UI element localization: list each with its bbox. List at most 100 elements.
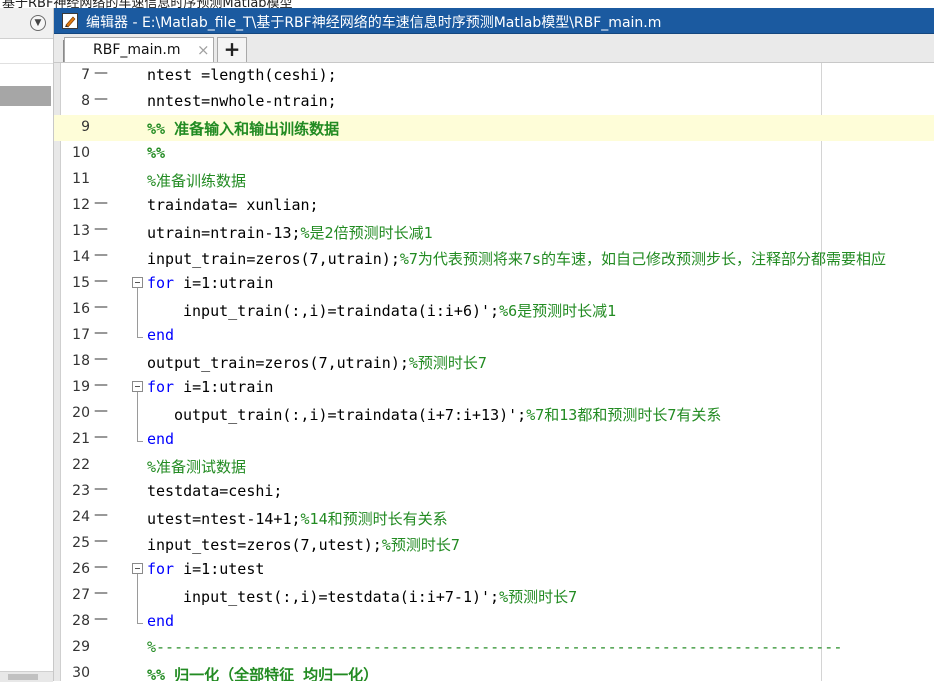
code-text[interactable]: %---------------------------------------… [147,638,842,656]
code-line[interactable]: 17— end [54,323,934,349]
breakpoint-dash[interactable]: — [94,507,108,523]
comment-token: %准备测试数据 [147,458,247,476]
code-text[interactable]: utest=ntest-14+1;%14和预测时长有关系 [147,508,448,529]
code-text[interactable]: %准备训练数据 [147,170,246,191]
code-text[interactable]: input_train(:,i)=traindata(i:i+6)';%6是预测… [183,300,616,321]
comment-token: %% 准备输入和输出训练数据 [147,120,340,138]
breakpoint-dash[interactable]: — [94,325,108,341]
chevron-down-icon[interactable]: ▼ [30,15,46,31]
line-number: 29 [72,639,90,655]
breakpoint-dash[interactable]: — [94,195,108,211]
code-text[interactable]: for i=1:utrain [147,274,273,292]
code-line[interactable]: 7— ntest =length(ceshi); [54,63,934,89]
code-line[interactable]: 29 %-------------------------------------… [54,635,934,661]
code-text[interactable]: %% 归一化（全部特征 均归一化） [147,664,378,681]
close-icon[interactable]: × [197,41,210,59]
code-token: utest=ntest-14+1; [147,510,301,528]
line-number: 19 [72,379,90,395]
left-panel-scrollbar[interactable] [0,671,53,682]
code-text[interactable]: utrain=ntrain-13;%是2倍预测时长减1 [147,222,433,243]
code-text[interactable]: %% [147,144,165,162]
code-text[interactable]: %准备测试数据 [147,456,246,477]
code-line[interactable]: 24— utest=ntest-14+1;%14和预测时长有关系 [54,505,934,531]
line-number: 28 [72,613,90,629]
code-line[interactable]: 10%% [54,141,934,167]
code-line[interactable]: 28— end [54,609,934,635]
code-text[interactable]: end [147,430,174,448]
breakpoint-dash[interactable]: — [94,377,108,393]
code-line[interactable]: 21— end [54,427,934,453]
code-text[interactable]: traindata= xunlian; [147,196,319,214]
code-line[interactable]: 30 %% 归一化（全部特征 均归一化） [54,661,934,681]
code-text[interactable]: end [147,612,174,630]
code-text[interactable]: for i=1:utest [147,560,264,578]
left-panel-divider [0,63,53,64]
breakpoint-dash[interactable]: — [94,351,108,367]
breakpoint-dash[interactable]: — [94,65,108,81]
editor-title-bar[interactable]: 编辑器 - E:\Matlab_file_T\基于RBF神经网络的车速信息时序预… [54,8,934,34]
scrollbar-thumb[interactable] [8,674,38,680]
code-line[interactable]: 13— utrain=ntrain-13;%是2倍预测时长减1 [54,219,934,245]
line-number: 12 [72,197,90,213]
breakpoint-dash[interactable]: — [94,611,108,627]
code-text[interactable]: %% 准备输入和输出训练数据 [147,118,339,139]
code-line[interactable]: 15— for i=1:utrain [54,271,934,297]
code-line[interactable]: 19— for i=1:utrain [54,375,934,401]
code-line[interactable]: 25— input_test=zeros(7,utest);%预测时长7 [54,531,934,557]
line-number: 13 [72,223,90,239]
code-text[interactable]: ntest =length(ceshi); [147,66,337,84]
code-line[interactable]: 8— nntest=nwhole-ntrain; [54,89,934,115]
code-line[interactable]: 23— testdata=ceshi; [54,479,934,505]
tab-rbf-main[interactable]: RBF_main.m × [64,37,214,62]
breakpoint-dash[interactable]: — [94,91,108,107]
code-token: nntest=nwhole-ntrain; [147,92,337,110]
code-area[interactable]: 7— ntest =length(ceshi); 8— nntest=nwhole-n… [54,63,934,681]
tab-label[interactable]: RBF_main.m [93,42,180,58]
breakpoint-dash[interactable]: — [94,273,108,289]
code-text[interactable]: for i=1:utrain [147,378,273,396]
breakpoint-dash[interactable]: — [94,221,108,237]
fold-collapse-icon[interactable] [132,381,143,392]
code-text[interactable]: end [147,326,174,344]
code-line[interactable]: 9 %% 准备输入和输出训练数据 [54,115,934,141]
code-line[interactable]: 18— output_train=zeros(7,utrain);%预测时长7 [54,349,934,375]
comment-token: %% [147,144,166,162]
fold-collapse-icon[interactable] [132,563,143,574]
code-line[interactable]: 26— for i=1:utest [54,557,934,583]
code-text[interactable]: testdata=ceshi; [147,482,282,500]
code-text[interactable]: input_train=zeros(7,utrain);%7为代表预测将来7s的… [147,248,886,269]
code-text[interactable]: output_train(:,i)=traindata(i+7:i+13)';%… [174,404,721,425]
keyword-token: end [147,430,175,448]
code-line[interactable]: 12— traindata= xunlian; [54,193,934,219]
breakpoint-dash[interactable]: — [94,429,108,445]
breakpoint-dash[interactable]: — [94,299,108,315]
breakpoint-dash[interactable]: — [94,559,108,575]
code-line[interactable]: 14— input_train=zeros(7,utrain);%7为代表预测将来… [54,245,934,271]
code-text[interactable]: input_test(:,i)=testdata(i:i+7-1)';%预测时长… [183,586,577,607]
line-number: 26 [72,561,90,577]
breakpoint-dash[interactable]: — [94,247,108,263]
app-title-strip: 基于RBF神经网络的车速信息时序预测Matlab模型 [0,0,934,8]
breakpoint-dash[interactable]: — [94,403,108,419]
comment-token: %% 归一化（全部特征 均归一化） [147,666,379,681]
code-line[interactable]: 11 %准备训练数据 [54,167,934,193]
fold-collapse-icon[interactable] [132,277,143,288]
breakpoint-dash[interactable]: — [94,481,108,497]
code-line[interactable]: 20— output_train(:,i)=traindata(i+7:i+13)… [54,401,934,427]
left-panel-selected-item[interactable] [0,86,51,106]
fold-end-marker [137,323,143,338]
keyword-token: end [147,612,175,630]
code-line[interactable]: 22 %准备测试数据 [54,453,934,479]
line-number: 16 [72,301,90,317]
code-line[interactable]: 27— input_test(:,i)=testdata(i:i+7-1)';%预… [54,583,934,609]
editor-tab-strip: RBF_main.m × + [54,34,934,63]
code-text[interactable]: output_train=zeros(7,utrain);%预测时长7 [147,352,487,373]
code-text[interactable]: input_test=zeros(7,utest);%预测时长7 [147,534,460,555]
breakpoint-dash[interactable]: — [94,585,108,601]
code-line[interactable]: 16— input_train(:,i)=traindata(i:i+6)';%6… [54,297,934,323]
add-tab-button[interactable]: + [217,37,247,62]
code-text[interactable]: nntest=nwhole-ntrain; [147,92,337,110]
fold-guide [137,583,138,609]
line-number: 14 [72,249,90,265]
breakpoint-dash[interactable]: — [94,533,108,549]
